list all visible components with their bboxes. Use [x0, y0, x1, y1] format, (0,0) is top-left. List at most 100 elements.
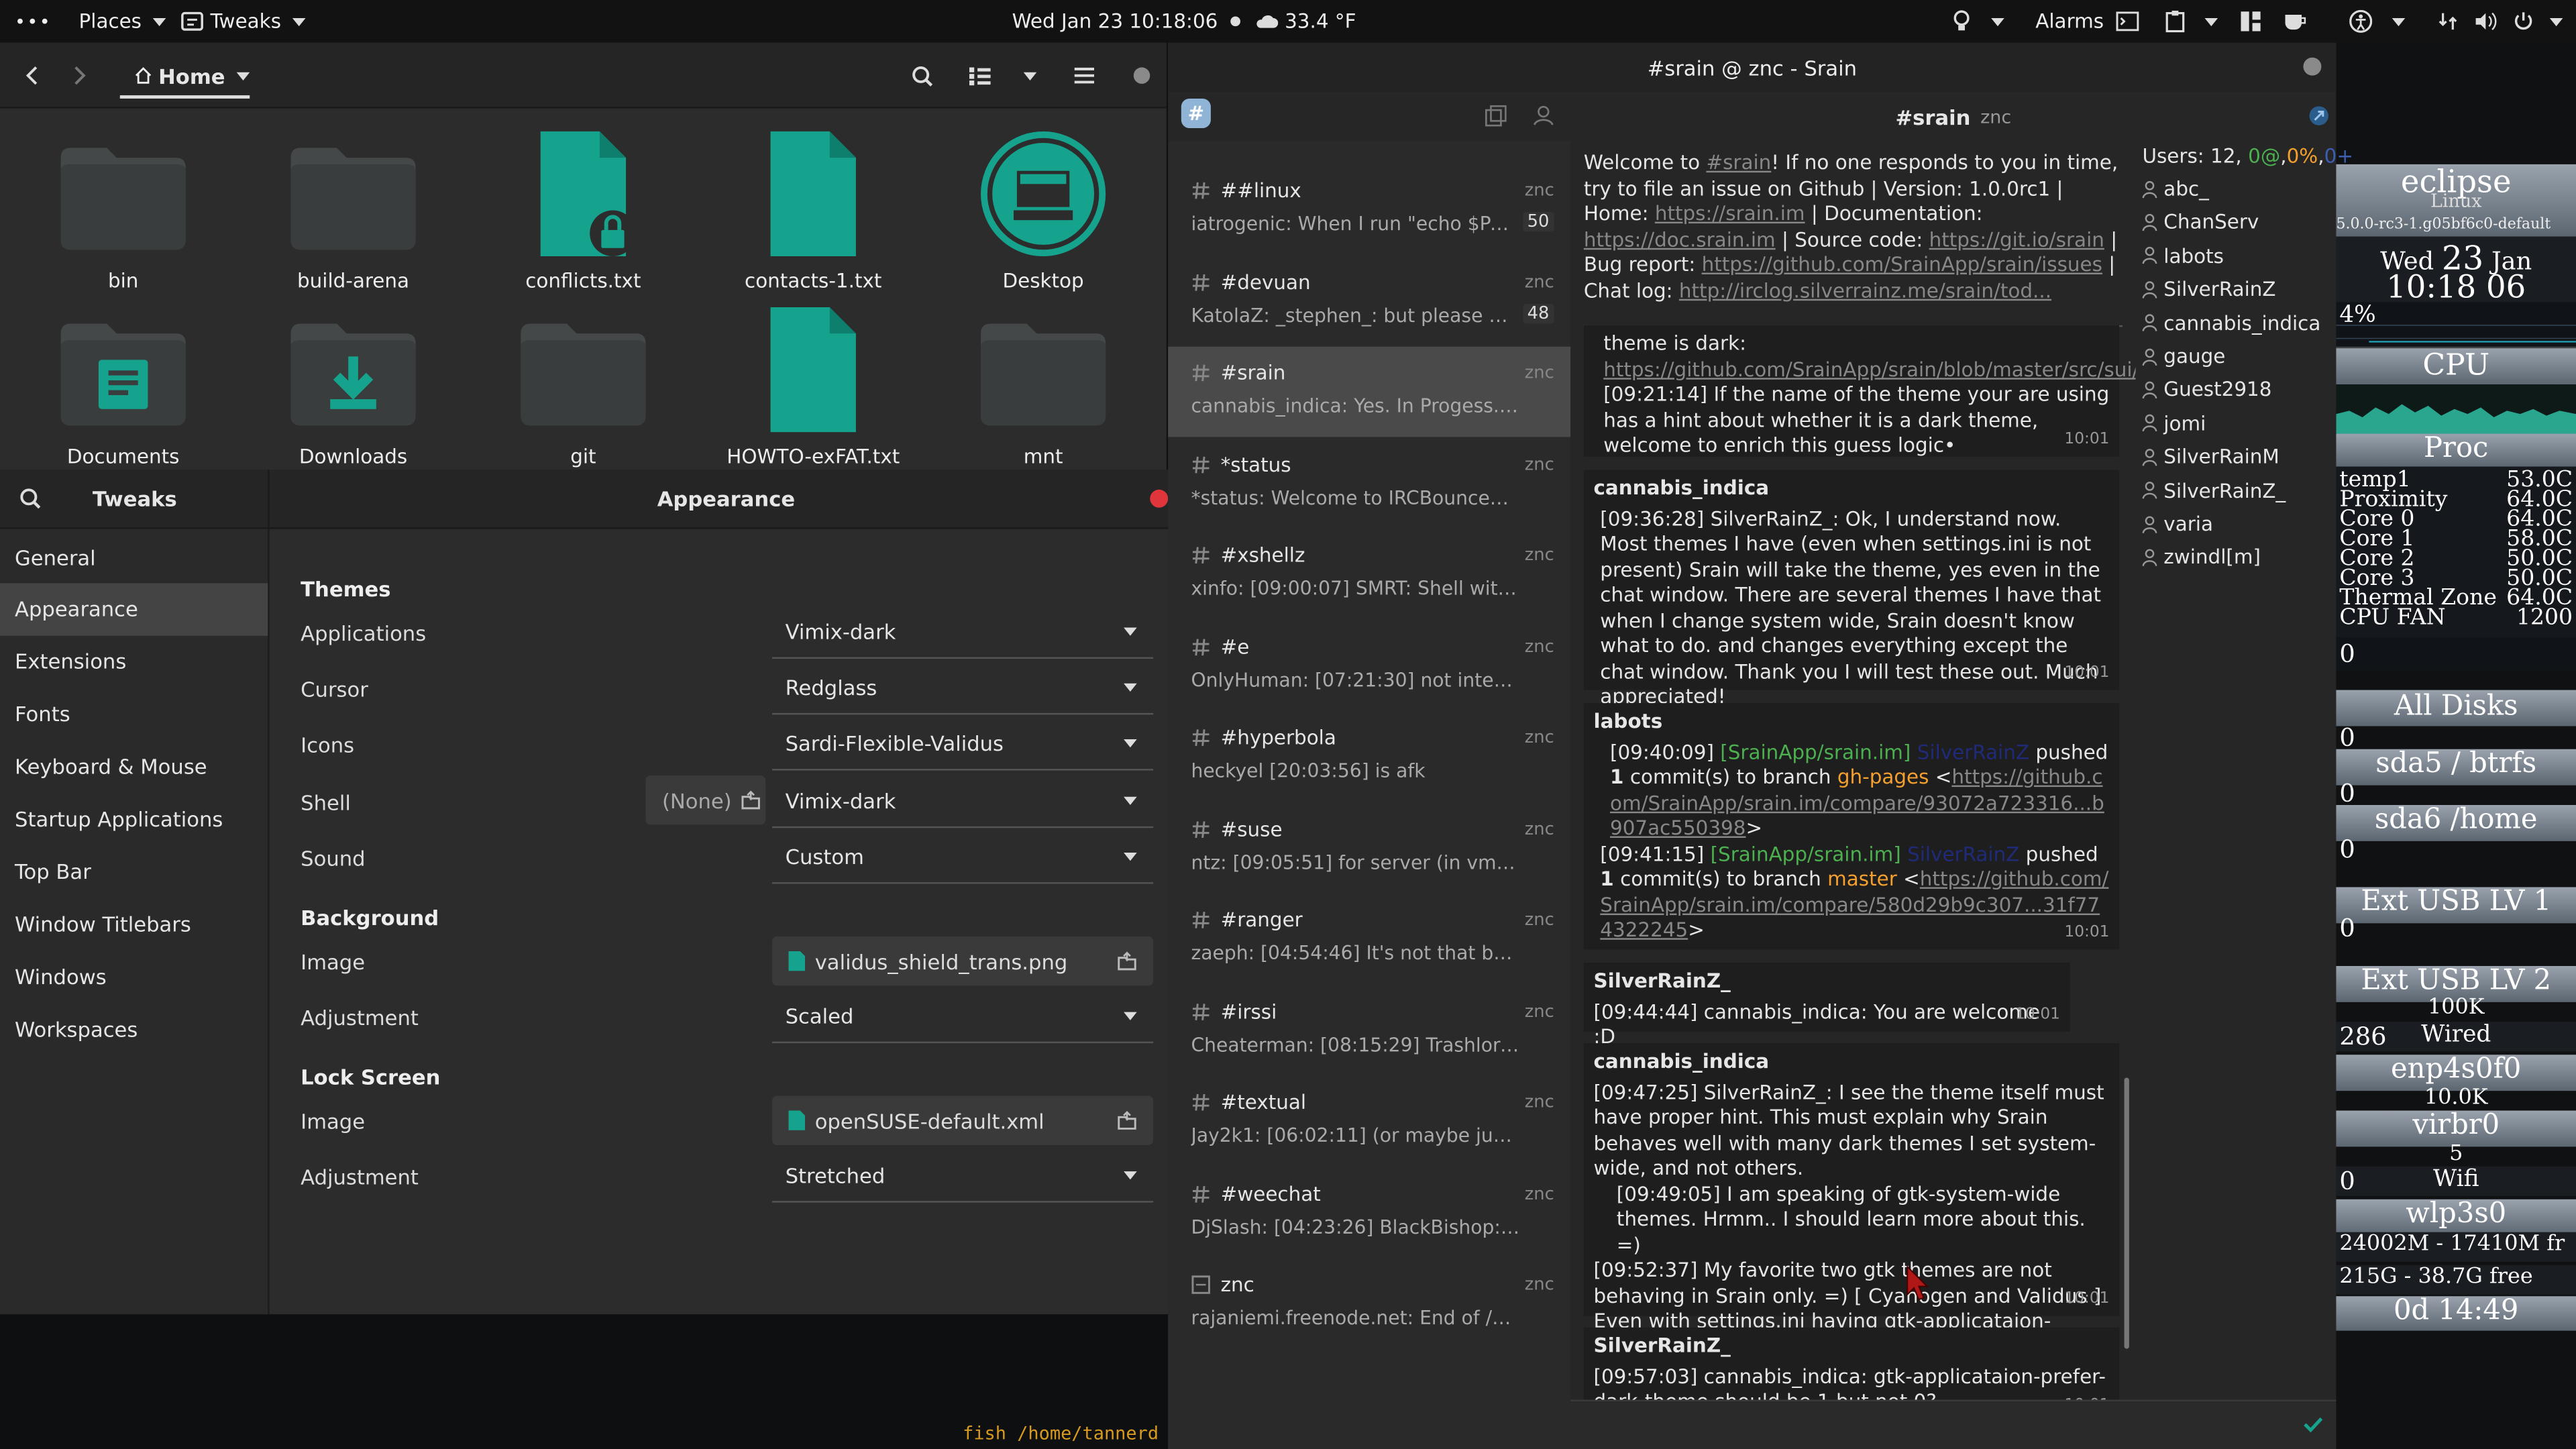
user-item[interactable]: SilverRainZ [2142, 278, 2276, 301]
menu-button[interactable] [1065, 56, 1104, 95]
file-item[interactable]: contacts-1.txt [706, 125, 920, 292]
message-sender[interactable]: SilverRainZ_ [1594, 969, 2061, 995]
file-item[interactable]: mnt [936, 301, 1150, 468]
channel-item[interactable]: #xshellz znc xinfo: [09:00:07] SMRT: Shell… [1168, 529, 1570, 620]
weather-indicator[interactable]: 33.4 °F [1255, 0, 1356, 43]
file-item[interactable]: Downloads [246, 301, 460, 468]
file-item[interactable]: Documents [16, 301, 229, 468]
message-sender[interactable]: SilverRainZ_ [1594, 1334, 2110, 1360]
back-button[interactable] [13, 56, 53, 95]
sidebar-item[interactable]: Extensions [0, 635, 268, 688]
cursor-combo[interactable]: Redglass [772, 661, 1154, 715]
users-toggle-icon[interactable] [2308, 105, 2330, 127]
user-item[interactable]: gauge [2142, 345, 2225, 368]
workspace-indicator[interactable] [2241, 0, 2261, 43]
background-adjust-label: Adjustment [301, 1005, 419, 1030]
places-menu[interactable]: Places [79, 0, 166, 43]
topic-link[interactable]: https://srain.im [1655, 202, 1805, 225]
app-menu-tweaks[interactable]: Tweaks [180, 0, 306, 43]
file-item[interactable]: git [476, 301, 690, 468]
system-menu[interactable] [2438, 0, 2563, 43]
sidebar-item[interactable]: Windows [0, 950, 268, 1002]
channel-item[interactable]: #srain znc cannabis_indica: Yes. In Proges… [1168, 346, 1571, 437]
user-item[interactable]: zwindl[m] [2142, 546, 2261, 569]
user-item[interactable]: ChanServ [2142, 211, 2259, 234]
alarms-button[interactable]: Alarms [2035, 0, 2104, 43]
channel-item[interactable]: #irssi znc Cheaterman: [08:15:29] Trashlor… [1168, 985, 1570, 1075]
channel-item[interactable]: #devuan znc KatolaZ: _stephen_: but please… [1168, 256, 1570, 346]
srain-logo-icon[interactable]: # [1181, 98, 1211, 129]
file-item[interactable]: HOWTO-exFAT.txt [706, 301, 920, 468]
close-button[interactable] [1122, 56, 1162, 95]
user-item[interactable]: jomi [2142, 412, 2206, 435]
icons-combo[interactable]: Sardi-Flexible-Validus [772, 718, 1154, 771]
terminal-indicator[interactable] [2116, 0, 2139, 43]
channel-item[interactable]: #weechat znc DjSlash: [04:23:26] BlackBish… [1168, 1167, 1570, 1258]
lockscreen-image-chooser[interactable]: openSUSE-default.xml [772, 1095, 1154, 1145]
search-button[interactable] [902, 56, 941, 95]
user-item[interactable]: abc_ [2142, 177, 2209, 201]
topic-link[interactable]: https://github.com/SrainApp/srain/issues [1702, 253, 2102, 276]
topic-link[interactable]: #srain [1706, 151, 1771, 174]
background-adjust-combo[interactable]: Scaled [772, 990, 1154, 1044]
message-link[interactable]: https://github.com/SrainApp/srain/blob/m… [1603, 358, 2135, 380]
user-item[interactable]: varia [2142, 513, 2213, 535]
channel-item[interactable]: znczncrajaniemi.freenode.net: End of /MO… [1168, 1258, 1570, 1349]
sound-combo[interactable]: Custom [772, 831, 1154, 884]
sidebar-item[interactable]: Appearance [0, 583, 268, 636]
shell-file-button[interactable]: (None) [645, 775, 766, 825]
clock[interactable]: Wed Jan 23 10:18:06 [1012, 0, 1241, 43]
topic-link[interactable]: https://doc.srain.im [1584, 227, 1776, 250]
sidebar-item[interactable]: Workspaces [0, 1002, 268, 1055]
user-item[interactable]: SilverRainM [2142, 445, 2279, 468]
topic-link[interactable]: http://irclog.silverrainz.me/srain/tod..… [1679, 278, 2051, 301]
chat-scrollbar[interactable] [2124, 1077, 2129, 1349]
channel-item[interactable]: *status znc *status: Welcome to IRCBounceH… [1168, 438, 1570, 529]
lockscreen-adjust-combo[interactable]: Stretched [772, 1150, 1154, 1203]
cup-icon [2285, 15, 2306, 30]
join-channel-icon[interactable] [1485, 105, 1507, 127]
view-list-button[interactable] [959, 56, 999, 95]
channel-item[interactable]: #hyperbola znc heckyel [20:03:56] is afk [1168, 711, 1570, 802]
path-bar-home[interactable]: Home [119, 56, 250, 99]
background-image-chooser[interactable]: validus_shield_trans.png [772, 936, 1154, 986]
caffeine-indicator[interactable] [2284, 0, 2306, 43]
channel-item[interactable]: #textual znc Jay2k1: [06:02:11] (or maybe … [1168, 1076, 1570, 1167]
network-wired-icon [2438, 13, 2457, 30]
close-button[interactable] [1150, 489, 1169, 508]
lightbulb-indicator[interactable] [1951, 0, 2004, 43]
close-button[interactable] [2303, 57, 2322, 76]
message-sender[interactable]: cannabis_indica [1594, 476, 2110, 502]
user-item[interactable]: cannabis_indica [2142, 311, 2320, 335]
sidebar-item[interactable]: General [0, 531, 268, 583]
message-sender[interactable]: cannabis_indica [1594, 1050, 2110, 1075]
send-icon[interactable] [2303, 1416, 2323, 1433]
view-options-button[interactable] [1007, 56, 1046, 95]
shell-combo[interactable]: Vimix-dark [772, 775, 1154, 828]
accessibility-menu[interactable] [2349, 0, 2406, 43]
message-sender[interactable]: labots [1594, 710, 2110, 735]
channel-item[interactable]: #ranger znc zaeph: [04:54:46] It's not tha… [1168, 894, 1570, 984]
sidebar-item[interactable]: Top Bar [0, 845, 268, 898]
user-item[interactable]: labots [2142, 244, 2224, 268]
applications-combo[interactable]: Vimix-dark [772, 606, 1154, 659]
topic-link[interactable]: https://git.io/srain [1929, 227, 2104, 250]
sidebar-item[interactable]: Startup Applications [0, 793, 268, 845]
file-item[interactable]: bin [16, 125, 229, 292]
file-item[interactable]: build-arena [246, 125, 460, 292]
forward-button[interactable] [59, 56, 99, 95]
clipboard-indicator[interactable] [2165, 0, 2218, 43]
file-item[interactable]: conflicts.txt [476, 125, 690, 292]
channel-item[interactable]: ##linux znc iatrogenic: When I run "echo $… [1168, 164, 1570, 255]
message-input[interactable] [1570, 1399, 2337, 1449]
user-item[interactable]: Guest2918 [2142, 378, 2271, 402]
sidebar-item[interactable]: Fonts [0, 688, 268, 740]
activities-button[interactable]: ••• [15, 0, 52, 43]
sidebar-item[interactable]: Window Titlebars [0, 898, 268, 950]
connect-server-icon[interactable] [1533, 105, 1554, 127]
sidebar-item[interactable]: Keyboard & Mouse [0, 740, 268, 792]
channel-item[interactable]: #suse znc ntz: [09:05:51] for server (in v… [1168, 802, 1570, 893]
file-item[interactable]: Desktop [936, 125, 1150, 292]
channel-item[interactable]: #e zncOnlyHuman: [07:21:30] not intereste… [1168, 620, 1570, 710]
user-item[interactable]: SilverRainZ_ [2142, 479, 2286, 502]
